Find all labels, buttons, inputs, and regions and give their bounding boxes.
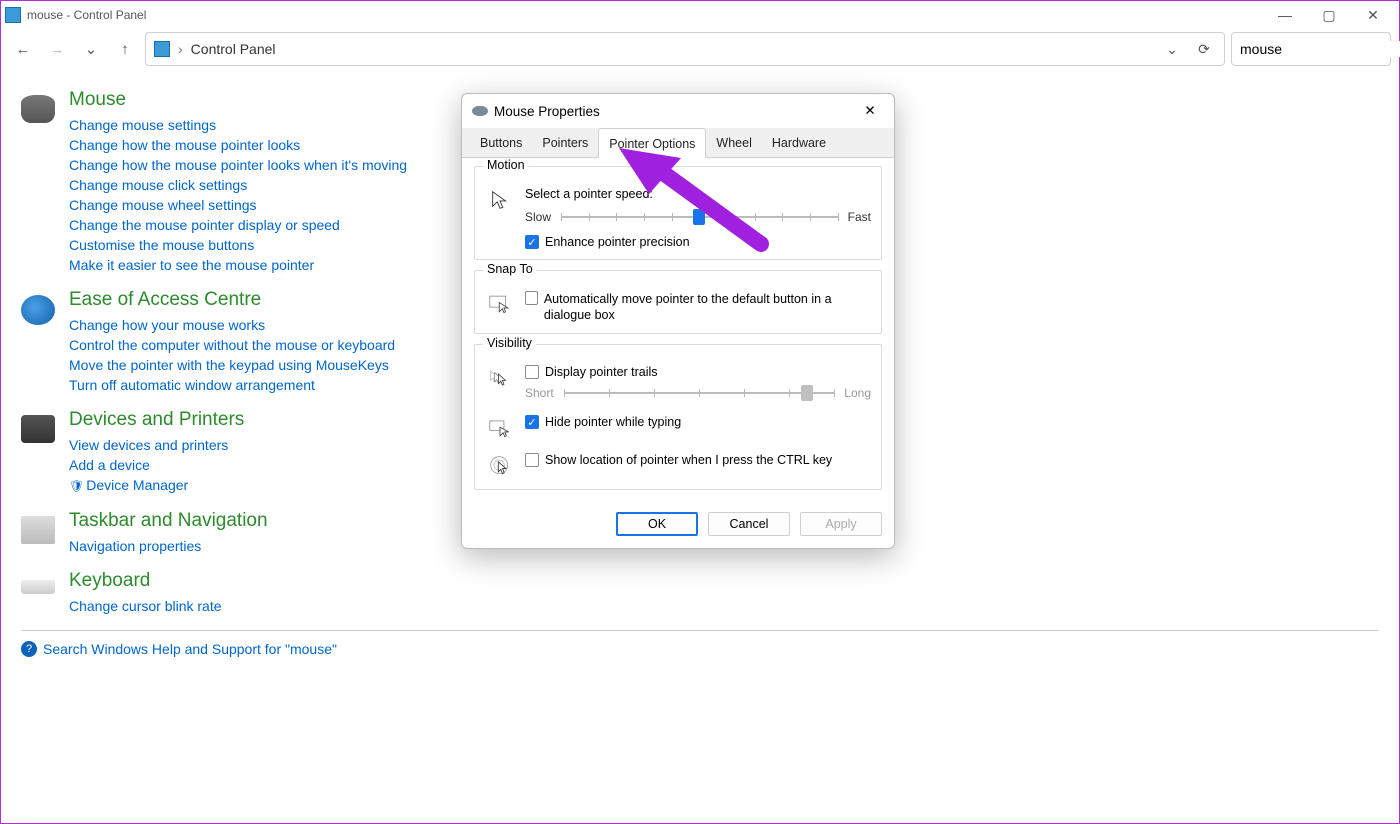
help-search-row[interactable]: ? Search Windows Help and Support for "m… bbox=[21, 641, 1379, 657]
tab-buttons[interactable]: Buttons bbox=[470, 128, 532, 157]
close-window-button[interactable]: ✕ bbox=[1351, 1, 1395, 29]
help-search-label: Search Windows Help and Support for "mou… bbox=[43, 641, 337, 657]
pointer-trails-icon bbox=[485, 365, 515, 391]
hide-pointer-typing-label: Hide pointer while typing bbox=[545, 415, 681, 429]
divider bbox=[21, 630, 1379, 631]
window-titlebar: mouse - Control Panel — ▢ ✕ bbox=[1, 1, 1399, 29]
category-icon bbox=[21, 295, 55, 325]
mouse-properties-dialog: Mouse Properties ✕ ButtonsPointersPointe… bbox=[461, 93, 895, 549]
snap-to-checkbox[interactable] bbox=[525, 291, 538, 305]
category-title[interactable]: Devices and Printers bbox=[69, 409, 244, 431]
pointer-trails-checkbox[interactable] bbox=[525, 365, 539, 379]
enhance-precision-label: Enhance pointer precision bbox=[545, 235, 690, 249]
slow-label: Slow bbox=[525, 210, 551, 224]
category-link[interactable]: Change how the mouse pointer looks bbox=[69, 135, 407, 155]
category-link[interactable]: Move the pointer with the keypad using M… bbox=[69, 355, 395, 375]
category-title[interactable]: Ease of Access Centre bbox=[69, 289, 395, 311]
address-dropdown-icon[interactable]: ⌄ bbox=[1160, 37, 1184, 61]
hide-pointer-typing-checkbox[interactable]: ✓ bbox=[525, 415, 539, 429]
category-link[interactable]: Change how your mouse works bbox=[69, 315, 395, 335]
short-label: Short bbox=[525, 386, 554, 400]
category-title[interactable]: Keyboard bbox=[69, 570, 222, 592]
dialog-titlebar: Mouse Properties ✕ bbox=[462, 94, 894, 128]
category-link[interactable]: Navigation properties bbox=[69, 536, 268, 556]
dialog-close-button[interactable]: ✕ bbox=[856, 97, 884, 125]
help-icon: ? bbox=[21, 641, 37, 657]
pointer-speed-icon bbox=[485, 187, 515, 213]
cancel-button[interactable]: Cancel bbox=[708, 512, 790, 536]
category-link[interactable]: Change mouse wheel settings bbox=[69, 195, 407, 215]
tab-pointers[interactable]: Pointers bbox=[532, 128, 598, 157]
category-title[interactable]: Mouse bbox=[69, 89, 407, 111]
category-title[interactable]: Taskbar and Navigation bbox=[69, 510, 268, 532]
show-ctrl-location-checkbox[interactable] bbox=[525, 453, 539, 467]
category-link[interactable]: Change cursor blink rate bbox=[69, 596, 222, 616]
pointer-trails-slider bbox=[564, 383, 835, 403]
tabstrip: ButtonsPointersPointer OptionsWheelHardw… bbox=[462, 128, 894, 158]
dialog-footer: OK Cancel Apply bbox=[462, 504, 894, 548]
visibility-group: Visibility Display pointer trails Short bbox=[474, 344, 882, 490]
category-link[interactable]: Change the mouse pointer display or spee… bbox=[69, 215, 407, 235]
category-link[interactable]: Turn off automatic window arrangement bbox=[69, 375, 395, 395]
category-link[interactable]: Make it easier to see the mouse pointer bbox=[69, 255, 407, 275]
search-input[interactable] bbox=[1240, 41, 1400, 57]
back-button[interactable]: ← bbox=[9, 35, 37, 63]
address-bar[interactable]: › Control Panel ⌄ ⟳ bbox=[145, 32, 1225, 66]
recent-button[interactable]: ⌄ bbox=[77, 35, 105, 63]
category-icon bbox=[21, 95, 55, 123]
category-link[interactable]: Change mouse click settings bbox=[69, 175, 407, 195]
up-button[interactable]: ↑ bbox=[111, 35, 139, 63]
enhance-precision-checkbox[interactable]: ✓ bbox=[525, 235, 539, 249]
pointer-speed-slider[interactable] bbox=[561, 207, 838, 227]
category-icon bbox=[21, 415, 55, 443]
breadcrumb[interactable]: Control Panel bbox=[191, 41, 276, 57]
hide-pointer-icon bbox=[485, 415, 515, 441]
pointer-speed-label: Select a pointer speed: bbox=[525, 187, 871, 201]
tab-hardware[interactable]: Hardware bbox=[762, 128, 836, 157]
visibility-legend: Visibility bbox=[483, 336, 536, 350]
control-panel-icon bbox=[154, 41, 170, 57]
category-link[interactable]: Add a device bbox=[69, 455, 244, 475]
category-icon bbox=[21, 516, 55, 544]
mouse-icon bbox=[472, 106, 488, 116]
maximize-button[interactable]: ▢ bbox=[1307, 1, 1351, 29]
snap-to-group: Snap To Automatically move pointer to th… bbox=[474, 270, 882, 334]
snap-to-icon bbox=[485, 291, 515, 317]
apply-button[interactable]: Apply bbox=[800, 512, 882, 536]
category-link[interactable]: View devices and printers bbox=[69, 435, 244, 455]
dialog-title: Mouse Properties bbox=[494, 104, 600, 119]
snap-to-label: Automatically move pointer to the defaul… bbox=[544, 291, 871, 323]
forward-button[interactable]: → bbox=[43, 35, 71, 63]
refresh-button[interactable]: ⟳ bbox=[1192, 37, 1216, 61]
toolbar: ← → ⌄ ↑ › Control Panel ⌄ ⟳ ✕ bbox=[1, 29, 1399, 69]
ctrl-locate-icon bbox=[485, 453, 515, 479]
category-row: Keyboard Change cursor blink rate bbox=[21, 570, 1379, 616]
minimize-button[interactable]: — bbox=[1263, 1, 1307, 29]
category-icon bbox=[21, 580, 55, 594]
category-link[interactable]: Control the computer without the mouse o… bbox=[69, 335, 395, 355]
ok-button[interactable]: OK bbox=[616, 512, 698, 536]
tab-wheel[interactable]: Wheel bbox=[706, 128, 761, 157]
pointer-trails-label: Display pointer trails bbox=[545, 365, 658, 379]
category-link[interactable]: Change mouse settings bbox=[69, 115, 407, 135]
window-title: mouse - Control Panel bbox=[27, 8, 146, 22]
category-link[interactable]: Device Manager bbox=[69, 475, 244, 496]
fast-label: Fast bbox=[848, 210, 871, 224]
long-label: Long bbox=[844, 386, 871, 400]
category-link[interactable]: Customise the mouse buttons bbox=[69, 235, 407, 255]
show-ctrl-location-label: Show location of pointer when I press th… bbox=[545, 453, 832, 467]
category-link[interactable]: Change how the mouse pointer looks when … bbox=[69, 155, 407, 175]
motion-legend: Motion bbox=[483, 158, 529, 172]
motion-group: Motion Select a pointer speed: Slow Fast bbox=[474, 166, 882, 260]
breadcrumb-sep: › bbox=[178, 41, 183, 57]
tab-pointer-options[interactable]: Pointer Options bbox=[598, 128, 706, 158]
app-icon bbox=[5, 7, 21, 23]
snap-to-legend: Snap To bbox=[483, 262, 537, 276]
search-bar[interactable]: ✕ bbox=[1231, 32, 1391, 66]
